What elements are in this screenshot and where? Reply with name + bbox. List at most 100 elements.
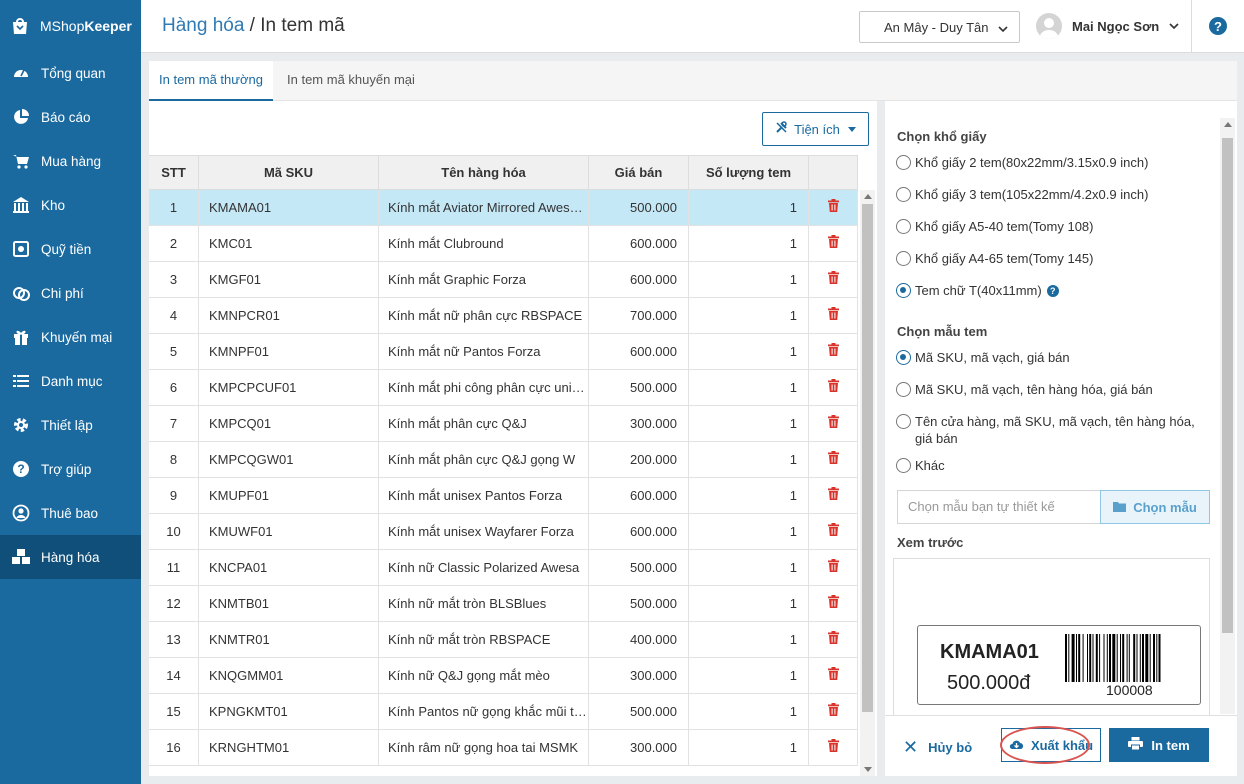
delete-row-button[interactable] (809, 298, 858, 333)
delete-row-button[interactable] (809, 406, 858, 441)
tab-promo-labels[interactable]: In tem mã khuyến mại (277, 61, 425, 101)
table-row[interactable]: 2 KMC01 Kính mắt Clubround 600.000 1 (149, 226, 858, 262)
paper-size-option-1[interactable]: Khổ giấy 3 tem(105x22mm/4.2x0.9 inch) (896, 186, 1148, 203)
scrollbar-thumb[interactable] (1222, 138, 1233, 633)
cell-qty[interactable]: 1 (689, 622, 809, 657)
cell-qty[interactable]: 1 (689, 550, 809, 585)
radio-button[interactable] (896, 251, 911, 266)
radio-button[interactable] (896, 382, 911, 397)
table-row[interactable]: 8 KMPCQGW01 Kính mắt phân cực Q&J gọng W 20… (149, 442, 858, 478)
print-button[interactable]: In tem (1109, 728, 1209, 762)
utilities-button[interactable]: Tiện ích (762, 112, 869, 146)
template-option-3[interactable]: Khác (896, 457, 945, 474)
delete-row-button[interactable] (809, 514, 858, 549)
table-scrollbar[interactable] (860, 190, 875, 776)
breadcrumb-link[interactable]: Hàng hóa (162, 15, 244, 36)
table-row[interactable]: 3 KMGF01 Kính mắt Graphic Forza 600.000 1 (149, 262, 858, 298)
help-button[interactable]: ? (1209, 17, 1227, 35)
custom-template-input[interactable]: Chọn mẫu bạn tự thiết kế (897, 490, 1100, 524)
sidebar-item-9[interactable]: ? Trợ giúp (0, 447, 141, 491)
delete-row-button[interactable] (809, 622, 858, 657)
delete-row-button[interactable] (809, 370, 858, 405)
table-row[interactable]: 6 KMPCPCUF01 Kính mắt phi công phân cực un… (149, 370, 858, 406)
sidebar-item-6[interactable]: Khuyến mại (0, 315, 141, 359)
radio-button[interactable] (896, 283, 911, 298)
table-row[interactable]: 13 KNMTR01 Kính nữ mắt tròn RBSPACE 400.000… (149, 622, 858, 658)
cell-qty[interactable]: 1 (689, 478, 809, 513)
scroll-down-arrow[interactable] (864, 767, 872, 772)
sidebar-item-0[interactable]: Tổng quan (0, 51, 141, 95)
paper-size-option-4[interactable]: Tem chữ T(40x11mm)? (896, 282, 1059, 299)
delete-row-button[interactable] (809, 694, 858, 729)
radio-button[interactable] (896, 414, 911, 429)
store-select[interactable]: An Mây - Duy Tân (859, 11, 1020, 43)
radio-button[interactable] (896, 187, 911, 202)
help-question-icon[interactable]: ? (1046, 285, 1059, 297)
table-row[interactable]: 5 KMNPF01 Kính mắt nữ Pantos Forza 600.000 1 (149, 334, 858, 370)
radio-button[interactable] (896, 458, 911, 473)
cell-qty[interactable]: 1 (689, 298, 809, 333)
sidebar-item-4[interactable]: Quỹ tiền (0, 227, 141, 271)
sidebar-item-5[interactable]: Chi phí (0, 271, 141, 315)
cell-qty[interactable]: 1 (689, 442, 809, 477)
table-row[interactable]: 4 KMNPCR01 Kính mắt nữ phân cực RBSPACE 700… (149, 298, 858, 334)
cell-qty[interactable]: 1 (689, 226, 809, 261)
export-button[interactable]: Xuất khẩu (1001, 728, 1101, 762)
sidebar-item-11[interactable]: Hàng hóa (0, 535, 141, 579)
brand[interactable]: MShop Keeper (0, 0, 141, 51)
user-menu[interactable]: Mai Ngọc Sơn (1036, 13, 1179, 39)
cell-sku: KMAMA01 (199, 190, 379, 225)
sidebar-item-8[interactable]: Thiết lập (0, 403, 141, 447)
table-row[interactable]: 16 KRNGHTM01 Kính râm nữ gọng hoa tai MSMK… (149, 730, 858, 766)
delete-row-button[interactable] (809, 478, 858, 513)
template-option-0[interactable]: Mã SKU, mã vạch, giá bán (896, 349, 1070, 366)
delete-row-button[interactable] (809, 586, 858, 621)
template-option-2[interactable]: Tên cửa hàng, mã SKU, mã vạch, tên hàng … (896, 413, 1196, 447)
cell-qty[interactable]: 1 (689, 190, 809, 225)
cell-qty[interactable]: 1 (689, 730, 809, 765)
table-row[interactable]: 15 KPNGKMT01 Kính Pantos nữ gọng khắc mũi … (149, 694, 858, 730)
settings-scrollbar[interactable] (1220, 118, 1235, 714)
delete-row-button[interactable] (809, 190, 858, 225)
radio-button[interactable] (896, 155, 911, 170)
delete-row-button[interactable] (809, 334, 858, 369)
table-row[interactable]: 10 KMUWF01 Kính mắt unisex Wayfarer Forza 6… (149, 514, 858, 550)
table-row[interactable]: 11 KNCPA01 Kính nữ Classic Polarized Awesa… (149, 550, 858, 586)
table-row[interactable]: 1 KMAMA01 Kính mắt Aviator Mirrored Awesom… (149, 190, 858, 226)
paper-size-option-3[interactable]: Khổ giấy A4-65 tem(Tomy 145) (896, 250, 1093, 267)
sidebar-item-2[interactable]: Mua hàng (0, 139, 141, 183)
tab-regular-labels[interactable]: In tem mã thường (149, 61, 273, 101)
table-row[interactable]: 12 KNMTB01 Kính nữ mắt tròn BLSBlues 500.00… (149, 586, 858, 622)
choose-template-button[interactable]: Chọn mẫu (1100, 490, 1210, 524)
sidebar-item-1[interactable]: Báo cáo (0, 95, 141, 139)
cell-qty[interactable]: 1 (689, 694, 809, 729)
table-row[interactable]: 9 KMUPF01 Kính mắt unisex Pantos Forza 600.… (149, 478, 858, 514)
scroll-up-arrow[interactable] (1224, 122, 1232, 127)
delete-row-button[interactable] (809, 730, 858, 765)
cell-qty[interactable]: 1 (689, 658, 809, 693)
cell-qty[interactable]: 1 (689, 514, 809, 549)
delete-row-button[interactable] (809, 442, 858, 477)
cancel-button[interactable]: ✕ Hủy bỏ (903, 731, 972, 763)
paper-size-option-0[interactable]: Khổ giấy 2 tem(80x22mm/3.15x0.9 inch) (896, 154, 1148, 171)
cell-qty[interactable]: 1 (689, 334, 809, 369)
sidebar-item-10[interactable]: Thuê bao (0, 491, 141, 535)
delete-row-button[interactable] (809, 262, 858, 297)
sidebar-item-7[interactable]: Danh mục (0, 359, 141, 403)
radio-button[interactable] (896, 219, 911, 234)
delete-row-button[interactable] (809, 226, 858, 261)
scroll-up-arrow[interactable] (864, 194, 872, 199)
cell-qty[interactable]: 1 (689, 262, 809, 297)
table-row[interactable]: 7 KMPCQ01 Kính mắt phân cực Q&J 300.000 1 (149, 406, 858, 442)
radio-button[interactable] (896, 350, 911, 365)
sidebar-item-3[interactable]: Kho (0, 183, 141, 227)
paper-size-option-2[interactable]: Khổ giấy A5-40 tem(Tomy 108) (896, 218, 1093, 235)
cell-qty[interactable]: 1 (689, 370, 809, 405)
delete-row-button[interactable] (809, 550, 858, 585)
cell-qty[interactable]: 1 (689, 586, 809, 621)
template-option-1[interactable]: Mã SKU, mã vạch, tên hàng hóa, giá bán (896, 381, 1153, 398)
cell-qty[interactable]: 1 (689, 406, 809, 441)
table-row[interactable]: 14 KNQGMM01 Kính nữ Q&J gọng mắt mèo 300.00… (149, 658, 858, 694)
delete-row-button[interactable] (809, 658, 858, 693)
scrollbar-thumb[interactable] (862, 204, 873, 712)
